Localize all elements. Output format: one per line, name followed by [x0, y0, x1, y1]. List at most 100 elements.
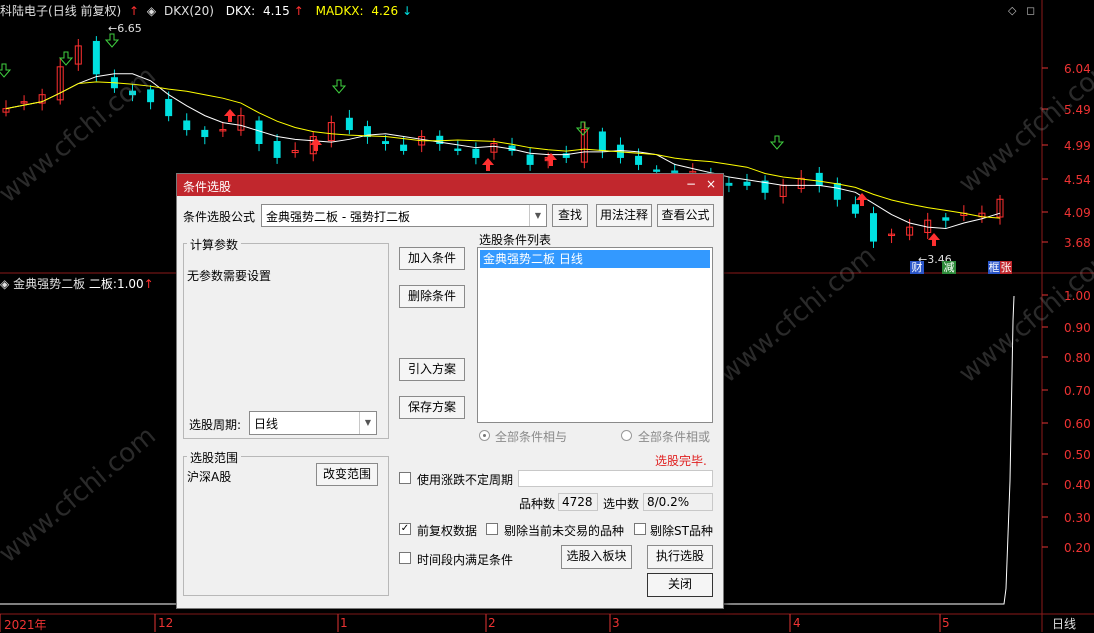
- restore-data-checkbox[interactable]: ✓: [399, 523, 411, 535]
- candle-body: [183, 120, 191, 131]
- uncertain-period-checkbox[interactable]: [399, 472, 411, 484]
- change-range-button[interactable]: 改变范围: [316, 463, 378, 486]
- period-mode: (日线 前复权): [48, 4, 122, 18]
- exclude-st-checkbox[interactable]: [634, 523, 646, 535]
- restore-icon[interactable]: ◻: [1026, 4, 1035, 17]
- candle-body: [472, 148, 480, 158]
- candle-body: [851, 204, 859, 214]
- execute-button[interactable]: 执行选股: [647, 545, 713, 569]
- formula-select[interactable]: 金典强势二板 - 强势打二板 ▼: [261, 204, 547, 227]
- view-formula-button[interactable]: 查看公式: [657, 204, 714, 227]
- restore-data-label: 前复权数据: [417, 524, 478, 538]
- candle-body: [129, 90, 137, 96]
- formula-value: 金典强势二板 - 强势打二板: [266, 210, 410, 224]
- event-tag-limit-up[interactable]: 张: [1000, 261, 1012, 274]
- chevron-down-icon[interactable]: ▼: [529, 205, 546, 226]
- uncertain-period-label: 使用涨跌不定周期: [417, 473, 514, 487]
- condition-list-title: 选股条件列表: [479, 233, 552, 247]
- chevron-down-icon[interactable]: ▼: [359, 412, 376, 434]
- sell-signal-arrow: [104, 33, 120, 48]
- minimize-button[interactable]: −: [683, 176, 699, 192]
- candle-body: [653, 169, 661, 172]
- sell-signal-arrow: [58, 51, 74, 66]
- candle-body: [833, 182, 841, 200]
- period-condition-checkbox[interactable]: [399, 552, 411, 564]
- price-tick-label: 4.54: [1064, 173, 1091, 187]
- period-tag[interactable]: 日线: [1052, 615, 1076, 632]
- indicator-selector[interactable]: ◈ DKX(20): [147, 4, 218, 18]
- range-value: 沪深Α股: [187, 470, 232, 484]
- event-tag-reduce[interactable]: 减: [942, 261, 956, 274]
- add-condition-button[interactable]: 加入条件: [399, 247, 465, 270]
- list-item[interactable]: 金典强势二板 日线: [480, 250, 710, 268]
- dialog-title-bar[interactable]: 条件选股 − ×: [177, 174, 723, 196]
- count-label: 品种数: [519, 497, 556, 511]
- radio-or[interactable]: [621, 430, 632, 441]
- params-text: 无参数需要设置: [187, 269, 272, 283]
- condition-list[interactable]: 金典强势二板 日线: [477, 247, 713, 423]
- sub-tick-label: 0.30: [1064, 511, 1091, 525]
- candle-body: [526, 154, 534, 165]
- buy-signal-arrow: [482, 158, 494, 171]
- candle-body: [147, 89, 155, 103]
- sub-indicator-selector[interactable]: ◈ 金典强势二板: [0, 277, 85, 291]
- candle-body: [743, 181, 751, 186]
- sub-chart-title-bar: ◈ 金典强势二板 二板:1.00↑: [0, 274, 154, 294]
- price-tick-label: 4.09: [1064, 206, 1091, 220]
- import-plan-button[interactable]: 引入方案: [399, 358, 465, 381]
- candle-body: [725, 182, 733, 186]
- save-plan-button[interactable]: 保存方案: [399, 396, 465, 419]
- buy-signal-arrow: [310, 138, 322, 151]
- status-text: 选股完毕.: [655, 454, 707, 468]
- candle-body: [454, 148, 462, 151]
- price-tick-label: 4.99: [1064, 139, 1091, 153]
- diamond-icon[interactable]: ◇: [1008, 4, 1016, 17]
- range-group-title: 选股范围: [187, 449, 242, 466]
- high-price-label: ←6.65: [108, 22, 142, 35]
- dkx-value: DKX: 4.15 ↑: [225, 4, 304, 18]
- close-button[interactable]: 关闭: [647, 573, 713, 597]
- count-value: 4728: [558, 493, 598, 511]
- buy-signal-arrow: [224, 109, 236, 122]
- uncertain-period-field[interactable]: [518, 470, 713, 487]
- radio-and[interactable]: [479, 430, 490, 441]
- date-tick-label: 2021年: [4, 618, 47, 632]
- radio-or-label: 全部条件相或: [638, 430, 711, 444]
- sub-tick-label: 0.20: [1064, 541, 1091, 555]
- exclude-st-label: 剔除ST品种: [650, 524, 713, 538]
- date-tick-label: 5: [942, 616, 950, 630]
- candle-body: [942, 217, 950, 221]
- candle-body: [165, 98, 173, 117]
- price-tick-label: 5.49: [1064, 103, 1091, 117]
- condition-stock-picker-dialog: 条件选股 − × 条件选股公式 金典强势二板 - 强势打二板 ▼ 查找 用法注释…: [176, 173, 724, 609]
- cycle-select[interactable]: 日线 ▼: [249, 411, 377, 435]
- sub-tick-label: 0.90: [1064, 321, 1091, 335]
- candle-body: [635, 155, 643, 165]
- candle-body: [869, 213, 877, 242]
- candle-body: [255, 120, 263, 144]
- selected-value: 8/0.2%: [643, 493, 713, 511]
- cycle-label: 选股周期:: [189, 418, 242, 432]
- sub-tick-label: 0.50: [1064, 448, 1091, 462]
- candle-body: [382, 141, 390, 145]
- sub-tick-label: 0.70: [1064, 384, 1091, 398]
- find-button[interactable]: 查找: [552, 204, 588, 227]
- event-tag-frame[interactable]: 框: [988, 261, 1000, 274]
- delete-condition-button[interactable]: 删除条件: [399, 285, 465, 308]
- gear-icon: ◈: [146, 4, 157, 18]
- up-arrow-icon: ↑: [129, 4, 140, 18]
- event-tag-finance[interactable]: 财: [910, 261, 924, 274]
- exclude-untraded-checkbox[interactable]: [486, 523, 498, 535]
- buy-signal-arrow: [928, 233, 940, 246]
- add-to-block-button[interactable]: 选股入板块: [561, 545, 632, 569]
- sell-signal-arrow: [769, 135, 785, 150]
- main-chart-title-bar: 科陆电子(日线 前复权) ↑ ◈ DKX(20) DKX: 4.15 ↑ MADK…: [0, 0, 1040, 22]
- usage-notes-button[interactable]: 用法注释: [596, 204, 652, 227]
- candle-body: [815, 172, 823, 186]
- date-tick-label: 3: [612, 616, 620, 630]
- candle-body: [345, 117, 353, 131]
- candle-body: [598, 131, 606, 151]
- formula-label: 条件选股公式: [183, 210, 256, 224]
- close-icon[interactable]: ×: [703, 176, 719, 192]
- sub-tick-label: 0.60: [1064, 417, 1091, 431]
